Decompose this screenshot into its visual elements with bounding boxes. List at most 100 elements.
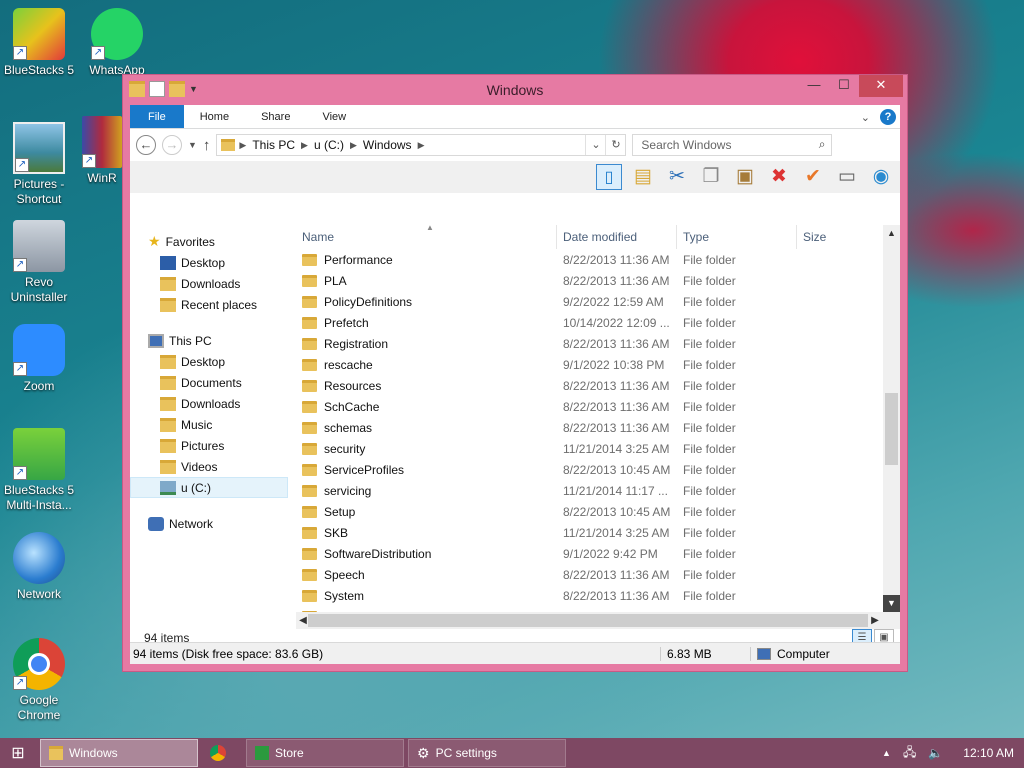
taskbar-chrome[interactable] [202, 739, 242, 767]
maximize-button[interactable]: ☐ [829, 75, 859, 97]
checkmark-icon[interactable]: ✔ [800, 164, 826, 190]
show-hidden-icons-icon[interactable]: ▲ [882, 748, 891, 758]
vertical-scrollbar[interactable]: ▲ ▼ [883, 225, 900, 612]
desktop-icon-chrome[interactable]: ↗ Google Chrome [0, 638, 78, 723]
close-button[interactable]: ✕ [859, 75, 903, 97]
desktop-icon-winrar[interactable]: ↗ WinR [78, 116, 126, 186]
cut-icon[interactable]: ✂ [664, 164, 690, 190]
table-row[interactable]: SchCache 8/22/2013 11:36 AM File folder [296, 396, 900, 417]
properties-folder-icon[interactable]: ▤ [630, 164, 656, 190]
desktop-icon-revo[interactable]: ↗ Revo Uninstaller [0, 220, 78, 305]
nav-thispc-desktop[interactable]: Desktop [130, 351, 288, 372]
tab-file[interactable]: File [130, 105, 184, 128]
column-type[interactable]: Type [677, 225, 797, 249]
desktop-icon-pictures-shortcut[interactable]: ↗ Pictures - Shortcut [0, 122, 78, 207]
clock[interactable]: 12:10 AM [963, 746, 1014, 760]
desktop-icon-whatsapp[interactable]: ↗ WhatsApp [78, 8, 156, 78]
breadcrumb-separator-icon: ▶ [417, 139, 425, 150]
taskbar-store[interactable]: Store [246, 739, 404, 767]
breadcrumb-separator-icon: ▶ [301, 139, 308, 150]
desktop-icon-bluestacks[interactable]: ↗ BlueStacks 5 [0, 8, 78, 78]
taskbar-pc-settings[interactable]: ⚙ PC settings [408, 739, 566, 767]
nav-this-pc[interactable]: This PC [130, 330, 288, 351]
desktop-icon-zoom[interactable]: ↗ Zoom [0, 324, 78, 394]
network-status-icon[interactable]: 🖧 [903, 743, 916, 764]
scroll-up-icon[interactable]: ▲ [883, 225, 900, 242]
tab-share[interactable]: Share [245, 105, 306, 128]
title-bar[interactable]: ▼ Windows — ☐ ✕ [123, 75, 907, 105]
paste-icon[interactable]: ▣ [732, 164, 758, 190]
column-date-modified[interactable]: Date modified [557, 225, 677, 249]
computer-icon [757, 647, 771, 660]
back-button[interactable]: ← [136, 135, 156, 155]
nav-label: Network [169, 516, 214, 531]
breadcrumb-drive-c[interactable]: u (C:) [314, 138, 344, 152]
taskbar-windows-explorer[interactable]: Windows [40, 739, 198, 767]
globe-icon[interactable]: ◉ [868, 164, 894, 190]
recent-locations-chevron-icon[interactable]: ▼ [188, 140, 197, 150]
address-bar[interactable]: ▶ This PC ▶ u (C:) ▶ Windows ▶ ⌄ ↻ [216, 134, 627, 156]
start-button-windows-icon[interactable]: ⊞ [0, 743, 36, 763]
scroll-thumb[interactable] [885, 393, 898, 465]
file-name-cell: ServiceProfiles [296, 463, 557, 477]
volume-muted-icon[interactable]: 🔈 [928, 746, 943, 760]
table-row[interactable]: System 8/22/2013 11:36 AM File folder [296, 585, 900, 606]
table-row[interactable]: security 11/21/2014 3:25 AM File folder [296, 438, 900, 459]
forward-button[interactable]: → [162, 135, 182, 155]
scroll-down-icon[interactable]: ▼ [883, 595, 900, 612]
breadcrumb-windows[interactable]: Windows [363, 138, 412, 152]
nav-thispc-videos[interactable]: Videos [130, 456, 288, 477]
nav-network[interactable]: Network [130, 513, 288, 534]
table-row[interactable]: rescache 9/1/2022 10:38 PM File folder [296, 354, 900, 375]
copy-icon[interactable]: ❐ [698, 164, 724, 190]
nav-thispc-music[interactable]: Music [130, 414, 288, 435]
breadcrumb-this-pc[interactable]: This PC [252, 138, 295, 152]
tab-view[interactable]: View [306, 105, 362, 128]
table-row[interactable]: schemas 8/22/2013 11:36 AM File folder [296, 417, 900, 438]
tab-home[interactable]: Home [184, 105, 245, 128]
file-date: 8/22/2013 10:45 AM [563, 504, 671, 519]
nav-favorites-recent[interactable]: Recent places [130, 294, 288, 315]
nav-favorites-downloads[interactable]: Downloads [130, 273, 288, 294]
table-row[interactable]: Speech 8/22/2013 11:36 AM File folder [296, 564, 900, 585]
file-name-cell: Performance [296, 253, 557, 267]
expand-ribbon-chevron-icon[interactable]: ⌄ [861, 111, 870, 124]
delete-icon[interactable]: ✖ [766, 164, 792, 190]
table-row[interactable]: ServiceProfiles 8/22/2013 10:45 AM File fo… [296, 459, 900, 480]
desktop-icon-network[interactable]: Network [0, 532, 78, 602]
folder-icon [302, 589, 317, 602]
table-row[interactable]: Resources 8/22/2013 11:36 AM File folder [296, 375, 900, 396]
address-dropdown-icon[interactable]: ⌄ [585, 135, 605, 155]
pane-splitter[interactable] [290, 225, 291, 619]
table-row[interactable]: Prefetch 10/14/2022 12:09 ... File folder [296, 312, 900, 333]
search-input[interactable]: Search Windows ⌕ [632, 134, 833, 156]
up-arrow-icon[interactable]: ↑ [203, 137, 211, 154]
nav-thispc-documents[interactable]: Documents [130, 372, 288, 393]
column-size[interactable]: Size [797, 225, 877, 249]
table-row[interactable]: servicing 11/21/2014 11:17 ... File folder [296, 480, 900, 501]
nav-favorites[interactable]: ★ Favorites [130, 231, 288, 252]
nav-thispc-pictures[interactable]: Pictures [130, 435, 288, 456]
file-name-cell: Resources [296, 379, 557, 393]
search-icon[interactable]: ⌕ [819, 137, 826, 152]
nav-label: u (C:) [181, 480, 211, 495]
desktop-icon-bluestacks-multi[interactable]: ↗ BlueStacks 5 Multi-Insta... [0, 428, 78, 513]
nav-thispc-drive-c[interactable]: u (C:) [130, 477, 288, 498]
toolbar: ▯ ▤ ✂ ❐ ▣ ✖ ✔ ▭ ◉ [130, 161, 900, 193]
desktop-icon-label: BlueStacks 5 [3, 63, 75, 77]
minimize-button[interactable]: — [799, 75, 829, 97]
rename-icon[interactable]: ▭ [834, 164, 860, 190]
table-row[interactable]: PolicyDefinitions 9/2/2022 12:59 AM File f… [296, 291, 900, 312]
table-row[interactable]: Setup 8/22/2013 10:45 AM File folder [296, 501, 900, 522]
table-row[interactable]: SKB 11/21/2014 3:25 AM File folder [296, 522, 900, 543]
refresh-icon[interactable]: ↻ [605, 135, 625, 155]
table-row[interactable]: SoftwareDistribution 9/1/2022 9:42 PM File… [296, 543, 900, 564]
help-icon[interactable]: ? [880, 109, 896, 125]
preview-pane-icon[interactable]: ▯ [596, 164, 622, 190]
nav-favorites-desktop[interactable]: Desktop [130, 252, 288, 273]
nav-thispc-downloads[interactable]: Downloads [130, 393, 288, 414]
table-row[interactable]: Registration 8/22/2013 11:36 AM File folde… [296, 333, 900, 354]
table-row[interactable]: Performance 8/22/2013 11:36 AM File folder [296, 249, 900, 270]
table-row[interactable]: PLA 8/22/2013 11:36 AM File folder [296, 270, 900, 291]
file-type: File folder [683, 378, 736, 393]
